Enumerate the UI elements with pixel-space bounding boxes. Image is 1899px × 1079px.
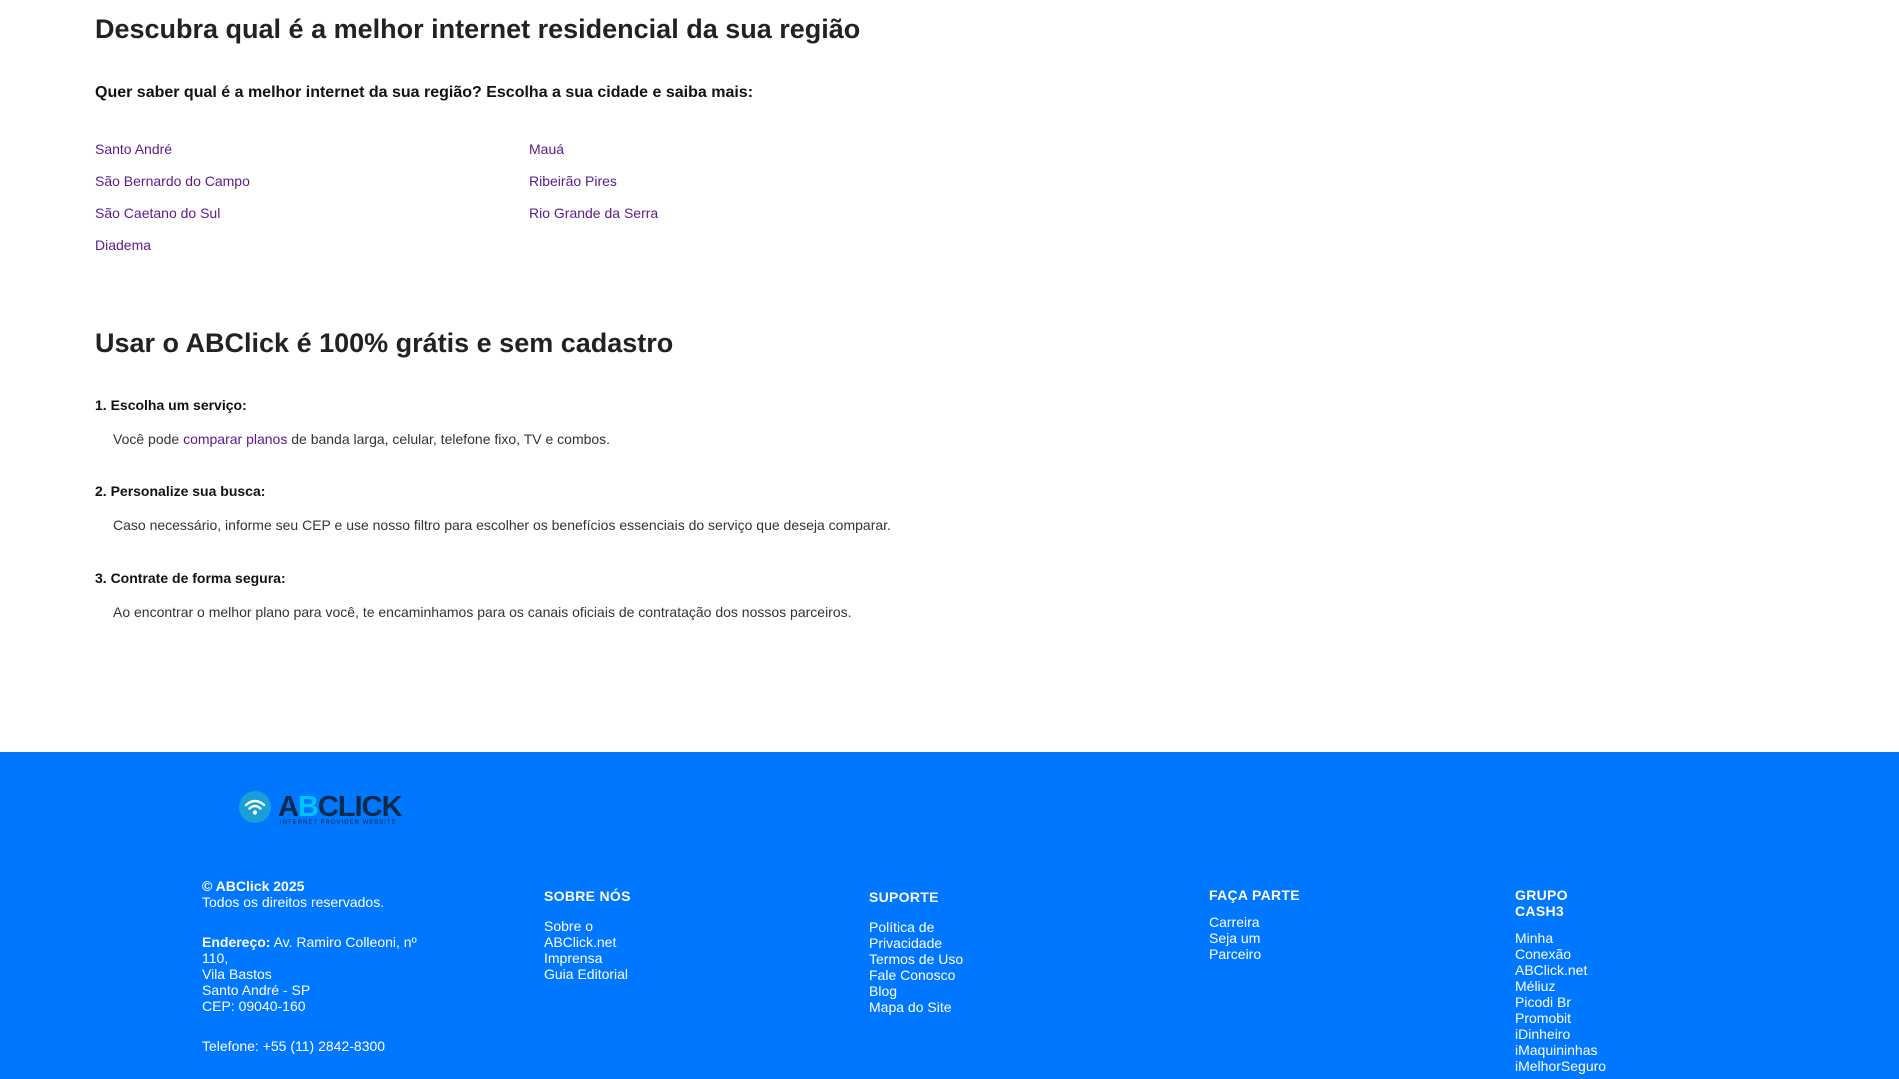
sobre-link-2[interactable]: ABClick.net (544, 934, 664, 950)
grupo-link-picodi[interactable]: Picodi Br (1515, 994, 1625, 1010)
address-label: Endereço: (202, 934, 271, 950)
howto-title: Usar o ABClick é 100% grátis e sem cadas… (95, 328, 674, 358)
footer-company-info: © ABClick 2025 Todos os direitos reserva… (202, 878, 442, 1054)
city-link-ribeirao-pires[interactable]: Ribeirão Pires (529, 172, 658, 204)
city-link-maua[interactable]: Mauá (529, 140, 658, 172)
step-3-text: Ao encontrar o melhor plano para você, t… (113, 604, 852, 620)
logo-letters-click: CLICK (317, 791, 403, 823)
blog-link[interactable]: Blog (869, 983, 989, 999)
mapa-site-link[interactable]: Mapa do Site (869, 999, 989, 1015)
city-link-sao-caetano[interactable]: São Caetano do Sul (95, 204, 250, 236)
step-2-title: 2. Personalize sua busca: (95, 483, 266, 499)
compare-plans-link[interactable]: comparar planos (183, 431, 287, 447)
step-1-title: 1. Escolha um serviço: (95, 397, 247, 413)
faca-parte-heading: FAÇA PARTE (1209, 887, 1300, 903)
copyright: © ABClick 2025 (202, 878, 305, 894)
address-street: Av. Ramiro Colleoni, nº (270, 934, 417, 950)
city-link-rio-grande-da-serra[interactable]: Rio Grande da Serra (529, 204, 658, 236)
footer-col-sobre: SOBRE NÓS Sobre o ABClick.net Imprensa G… (544, 888, 664, 982)
address-line-5: CEP: 09040-160 (202, 998, 306, 1014)
grupo-link-abclick[interactable]: ABClick.net (1515, 962, 1625, 978)
sobre-heading: SOBRE NÓS (544, 888, 631, 904)
grupo-heading-1: GRUPO (1515, 887, 1568, 903)
grupo-link-promobit[interactable]: Promobit (1515, 1010, 1625, 1026)
regions-subtitle: Quer saber qual é a melhor internet da s… (95, 84, 754, 101)
parceiro-link-1[interactable]: Seja um (1209, 930, 1329, 946)
parceiro-link-2[interactable]: Parceiro (1209, 946, 1329, 962)
city-link-santo-andre[interactable]: Santo André (95, 140, 250, 172)
address-line-2: 110, (202, 950, 229, 966)
address-line-3: Vila Bastos (202, 966, 272, 982)
grupo-link-meliuz[interactable]: Méliuz (1515, 978, 1625, 994)
politica-link-2[interactable]: Privacidade (869, 935, 989, 951)
city-link-sao-bernardo[interactable]: São Bernardo do Campo (95, 172, 250, 204)
city-column-2: Mauá Ribeirão Pires Rio Grande da Serra (529, 140, 658, 236)
guia-editorial-link[interactable]: Guia Editorial (544, 966, 664, 982)
termos-link[interactable]: Termos de Uso (869, 951, 989, 967)
fale-conosco-link[interactable]: Fale Conosco (869, 967, 989, 983)
city-column-1: Santo André São Bernardo do Campo São Ca… (95, 140, 250, 268)
footer-col-grupo: GRUPO CASH3 Minha Conexão ABClick.net Mé… (1515, 887, 1625, 1074)
rights-reserved: Todos os direitos reservados. (202, 894, 385, 910)
step-1-text: Você pode comparar planos de banda larga… (113, 431, 610, 447)
footer-col-suporte: SUPORTE Política de Privacidade Termos d… (869, 889, 989, 1015)
logo-letter-a: A (278, 791, 299, 823)
footer-col-faca-parte: FAÇA PARTE Carreira Seja um Parceiro (1209, 887, 1329, 962)
grupo-link-imaquininhas[interactable]: iMaquininhas (1515, 1042, 1625, 1058)
carreira-link[interactable]: Carreira (1209, 914, 1329, 930)
grupo-heading-2: CASH3 (1515, 903, 1564, 919)
grupo-link-minha[interactable]: Minha (1515, 930, 1625, 946)
step-1-text-after: de banda larga, celular, telefone fixo, … (287, 431, 611, 447)
regions-title: Descubra qual é a melhor internet reside… (95, 14, 861, 44)
grupo-link-imelhorseguro[interactable]: iMelhorSeguro (1515, 1058, 1625, 1074)
phone: Telefone: +55 (11) 2842-8300 (202, 1038, 386, 1054)
sobre-link-1[interactable]: Sobre o (544, 918, 664, 934)
logo-tagline: INTERNET PROVIDER WEBSITE (280, 820, 397, 826)
grupo-link-idinheiro[interactable]: iDinheiro (1515, 1026, 1625, 1042)
footer: ABCLICK INTERNET PROVIDER WEBSITE © ABCl… (0, 752, 1899, 1079)
grupo-link-conexao[interactable]: Conexão (1515, 946, 1625, 962)
logo-letter-b: B (297, 791, 319, 823)
politica-link-1[interactable]: Política de (869, 919, 989, 935)
address-line-4: Santo André - SP (202, 982, 311, 998)
step-1-text-before: Você pode (113, 431, 184, 447)
city-link-diadema[interactable]: Diadema (95, 236, 250, 268)
imprensa-link[interactable]: Imprensa (544, 950, 664, 966)
step-3-title: 3. Contrate de forma segura: (95, 570, 286, 586)
suporte-heading: SUPORTE (869, 889, 939, 905)
abclick-logo[interactable]: ABCLICK INTERNET PROVIDER WEBSITE (238, 790, 410, 830)
logo-wordmark: ABCLICK (278, 790, 403, 824)
address-line-1: Endereço: Av. Ramiro Colleoni, nº (202, 934, 442, 950)
wifi-logo-icon (239, 791, 271, 823)
step-2-text: Caso necessário, informe seu CEP e use n… (113, 517, 891, 533)
